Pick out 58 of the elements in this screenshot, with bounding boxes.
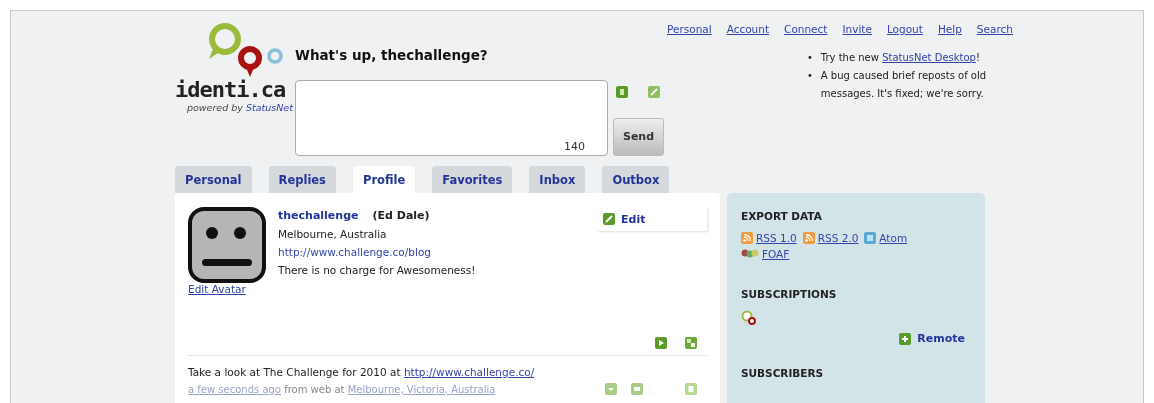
- site-notice: Try the new StatusNet Desktop!: [820, 51, 981, 65]
- favorite-icon[interactable]: [605, 383, 617, 395]
- tab[interactable]: Replies: [268, 166, 336, 193]
- remote-link[interactable]: Remote: [899, 332, 965, 345]
- logo-wordmark: identi.ca: [175, 77, 286, 102]
- powered-by-text: powered by StatusNet: [187, 102, 293, 113]
- nav-link[interactable]: Connect: [784, 23, 828, 35]
- feed-link[interactable]: Atom: [864, 232, 908, 244]
- profile-fullname: (Ed Dale): [372, 209, 430, 222]
- edit-avatar-link[interactable]: Edit Avatar: [188, 283, 246, 295]
- list-bullet: •: [806, 69, 813, 83]
- tab[interactable]: Favorites: [432, 166, 513, 193]
- plus-icon[interactable]: [899, 332, 912, 345]
- list-bullet: •: [806, 51, 813, 65]
- profile-location: Melbourne, Australia: [278, 228, 387, 240]
- nav-link[interactable]: Search: [976, 23, 1013, 35]
- site-notice: A bug caused brief reposts of old messages. It's fixed; we're sorry.: [820, 69, 988, 101]
- profile-homepage-link[interactable]: http://www.challenge.co/blog: [278, 246, 431, 258]
- nav-link[interactable]: Personal: [667, 23, 712, 35]
- feed-link[interactable]: FOAF: [741, 248, 790, 260]
- section-heading: EXPORT DATA: [741, 210, 822, 222]
- tab[interactable]: Outbox: [602, 166, 670, 193]
- notice-link[interactable]: http://www.challenge.co/: [403, 366, 535, 378]
- status-prompt: What's up, thechallenge?: [295, 47, 488, 63]
- section-heading: SUBSCRIPTIONS: [741, 288, 837, 300]
- nav-link[interactable]: Logout: [886, 23, 923, 35]
- tab[interactable]: Inbox: [529, 166, 586, 193]
- atom-feed-icon: [864, 232, 877, 244]
- statusnet-link[interactable]: StatusNet: [245, 102, 293, 113]
- pencil-icon[interactable]: [603, 213, 615, 225]
- rss-icon: [802, 232, 815, 244]
- rss-icon: [741, 232, 753, 244]
- notice-meta: a few seconds ago from web at Melbourne, Victoria, Australia: [188, 383, 496, 395]
- nav-link[interactable]: Account: [726, 23, 770, 35]
- notice-link[interactable]: StatusNet Desktop: [882, 52, 976, 63]
- subscription-avatar-icon[interactable]: [741, 310, 757, 326]
- nav-link[interactable]: Invite: [842, 23, 872, 35]
- location-icon[interactable]: [648, 85, 660, 98]
- avatar-icon: [188, 207, 266, 283]
- attach-icon[interactable]: [616, 85, 628, 98]
- expand-icon[interactable]: [685, 337, 697, 349]
- tab[interactable]: Personal: [175, 166, 252, 193]
- reply-icon[interactable]: [631, 383, 643, 395]
- foaf-icon: [741, 248, 759, 260]
- character-counter: 140: [564, 139, 585, 153]
- notice-text: Take a look at The Challenge for 2010 at http://www.challenge.co/: [188, 366, 536, 378]
- nav-link[interactable]: Help: [937, 23, 962, 35]
- send-button[interactable]: Send: [613, 117, 664, 156]
- tab[interactable]: Profile: [352, 166, 416, 193]
- profile-bio: There is no charge for Awesomeness!: [278, 264, 476, 276]
- edit-button[interactable]: Edit: [597, 207, 707, 231]
- profile-nickname[interactable]: thechallenge: [278, 209, 359, 222]
- feed-link[interactable]: RSS 2.0: [802, 232, 859, 244]
- status-textarea[interactable]: 140: [295, 79, 608, 156]
- feed-link[interactable]: RSS 1.0: [741, 232, 797, 244]
- play-icon[interactable]: [655, 337, 667, 349]
- section-heading: SUBSCRIBERS: [741, 367, 824, 379]
- delete-icon[interactable]: [685, 383, 697, 395]
